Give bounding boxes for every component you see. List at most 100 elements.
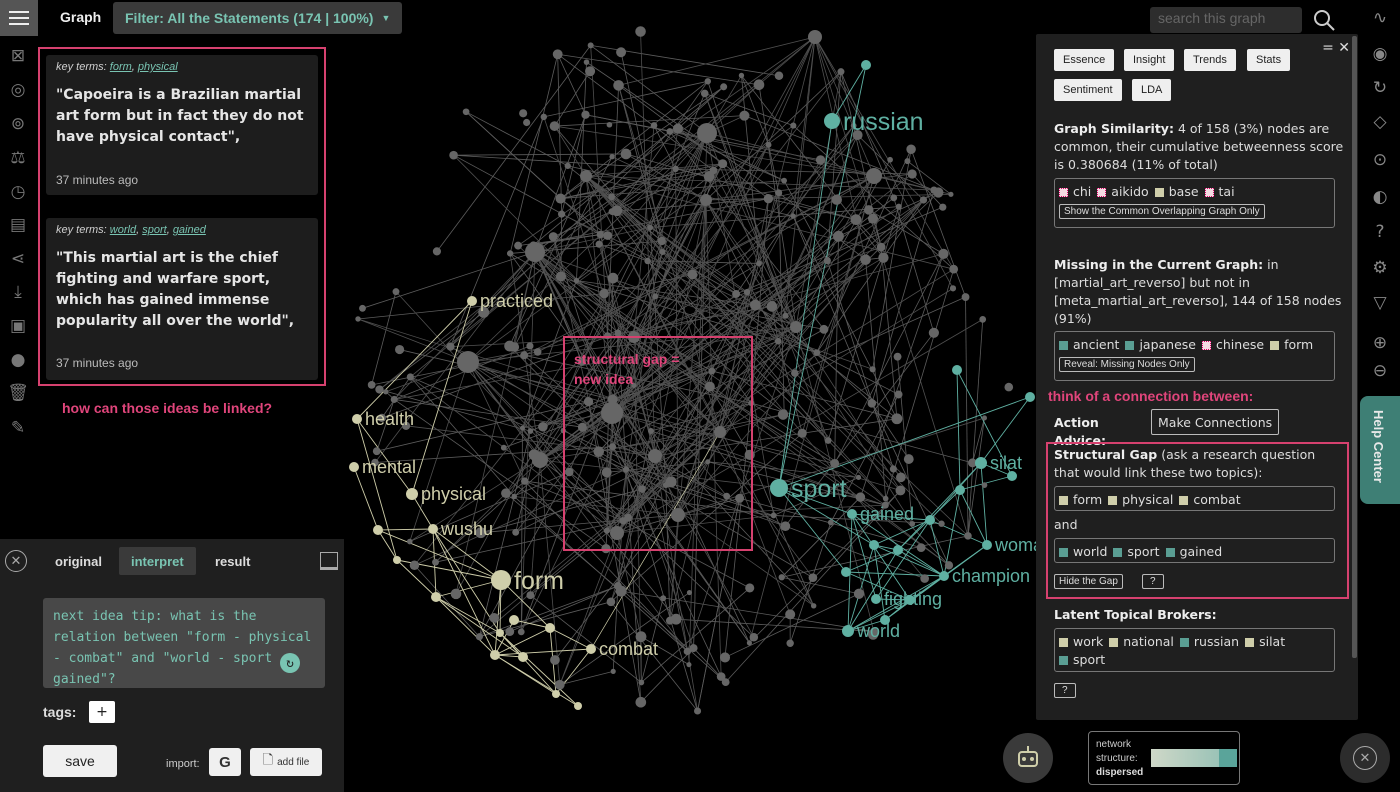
graph-node[interactable] (657, 236, 666, 246)
graph-node[interactable] (745, 583, 755, 593)
graph-node[interactable] (938, 248, 949, 259)
graph-node[interactable] (583, 59, 590, 65)
graph-node[interactable] (766, 301, 778, 312)
graph-node[interactable] (774, 337, 782, 345)
graph-node[interactable] (660, 595, 667, 602)
google-import-button[interactable]: G (209, 748, 241, 776)
graph-node[interactable] (672, 123, 683, 134)
graph-node[interactable] (785, 609, 796, 620)
graph-node-label[interactable]: health (365, 409, 414, 429)
refresh-icon[interactable]: ↻ (280, 653, 300, 673)
graph-node[interactable] (743, 288, 751, 296)
graph-node[interactable] (540, 113, 548, 121)
graph-node-topic-1[interactable] (373, 525, 383, 535)
graph-node[interactable] (876, 242, 886, 252)
tab-result[interactable]: result (203, 547, 262, 575)
graph-node[interactable] (718, 159, 728, 169)
graph-node[interactable] (948, 191, 954, 197)
node-chip[interactable]: sport (1113, 543, 1160, 561)
idea-input[interactable]: next idea tip: what is the relation betw… (43, 598, 325, 688)
graph-node-topic-2[interactable] (939, 571, 949, 581)
gap-topic-1[interactable]: form physical combat (1054, 486, 1335, 511)
graph-node-topic-2[interactable] (869, 540, 879, 550)
graph-node-topic-1[interactable] (428, 524, 438, 534)
graph-node[interactable] (700, 194, 712, 206)
panel-window-controls[interactable]: = ✕ (1322, 40, 1350, 56)
graph-node[interactable] (450, 588, 462, 600)
graph-node[interactable] (659, 249, 666, 255)
graph-node[interactable] (750, 299, 761, 311)
gear-icon[interactable]: ⚙ (1368, 256, 1392, 280)
graph-node[interactable] (853, 588, 865, 599)
node-chip[interactable]: chinese (1202, 336, 1264, 354)
graph-node[interactable] (555, 193, 566, 204)
graph-node-topic-2[interactable] (861, 60, 871, 70)
graph-node[interactable] (895, 485, 906, 496)
graph-node-topic-1[interactable] (496, 629, 504, 637)
graph-node[interactable] (889, 465, 897, 473)
graph-node[interactable] (824, 437, 832, 444)
graph-node[interactable] (538, 422, 548, 432)
graph-node[interactable] (432, 247, 441, 256)
statement-card[interactable]: key terms: world, sport, gained "This ma… (46, 218, 318, 380)
graph-node[interactable] (606, 121, 613, 128)
graph-node[interactable] (1004, 382, 1014, 392)
graph-node[interactable] (564, 162, 571, 169)
graph-node[interactable] (894, 390, 903, 399)
tab-trends[interactable]: Trends (1184, 49, 1236, 71)
node-chip[interactable]: silat (1245, 633, 1285, 651)
help-icon[interactable]: ? (1368, 220, 1392, 244)
graph-node[interactable] (505, 627, 515, 637)
graph-node[interactable] (552, 49, 563, 60)
graph-node[interactable] (856, 474, 862, 481)
user-icon[interactable]: ● (6, 348, 30, 372)
graph-node[interactable] (765, 141, 772, 148)
graph-node[interactable] (746, 640, 752, 646)
tab-stats[interactable]: Stats (1247, 49, 1291, 71)
graph-node[interactable] (893, 352, 902, 361)
graph-node[interactable] (514, 241, 523, 250)
close-overlay-button[interactable]: ✕ (1340, 733, 1390, 783)
graph-node-label[interactable]: practiced (480, 291, 553, 311)
zoom-in-icon[interactable]: ⊕ (1368, 331, 1392, 355)
graph-node[interactable] (644, 257, 651, 265)
graph-node-topic-2[interactable] (955, 485, 965, 495)
graph-node[interactable] (808, 573, 818, 583)
graph-node[interactable] (697, 123, 717, 143)
node-chip[interactable]: form (1270, 336, 1313, 354)
graph-node[interactable] (501, 488, 511, 499)
menu-button[interactable] (0, 0, 38, 36)
graph-node[interactable] (406, 538, 413, 545)
graph-node-topic-1[interactable] (467, 296, 477, 306)
contrast-icon[interactable]: ◐ (1368, 185, 1392, 209)
graph-node[interactable] (550, 655, 560, 665)
refresh-icon[interactable]: ↻ (1368, 76, 1392, 100)
graph-node[interactable] (933, 187, 944, 198)
graph-node-topic-2[interactable] (952, 365, 962, 375)
graph-node[interactable] (770, 512, 777, 519)
share-icon[interactable]: ⋖ (6, 247, 30, 271)
graph-node-topic-2[interactable] (1025, 392, 1035, 402)
graph-node-label[interactable]: mental (362, 457, 416, 477)
graph-node[interactable] (355, 316, 361, 322)
graph-node[interactable] (585, 66, 596, 77)
graph-node[interactable] (687, 269, 698, 280)
graph-node[interactable] (732, 290, 741, 298)
term-link[interactable]: physical (138, 61, 178, 73)
graph-node[interactable] (981, 482, 988, 488)
hide-gap-button[interactable]: Hide the Gap (1054, 574, 1123, 589)
gap-topic-2[interactable]: world sport gained (1054, 538, 1335, 563)
timer-icon[interactable]: ◷ (6, 180, 30, 204)
brokers-help-button[interactable]: ? (1054, 683, 1076, 698)
graph-node[interactable] (753, 79, 765, 91)
graph-node[interactable] (554, 679, 565, 690)
graph-node-topic-2[interactable] (871, 594, 881, 604)
graph-node[interactable] (519, 425, 525, 431)
tab-original[interactable]: original (43, 547, 114, 575)
graph-node-topic-1[interactable] (349, 462, 359, 472)
graph-node[interactable] (867, 213, 879, 224)
tab-insight[interactable]: Insight (1124, 49, 1175, 71)
graph-node[interactable] (774, 71, 784, 80)
graph-node-topic-2[interactable] (847, 509, 857, 519)
microphone-icon[interactable]: ✎ (6, 416, 30, 440)
